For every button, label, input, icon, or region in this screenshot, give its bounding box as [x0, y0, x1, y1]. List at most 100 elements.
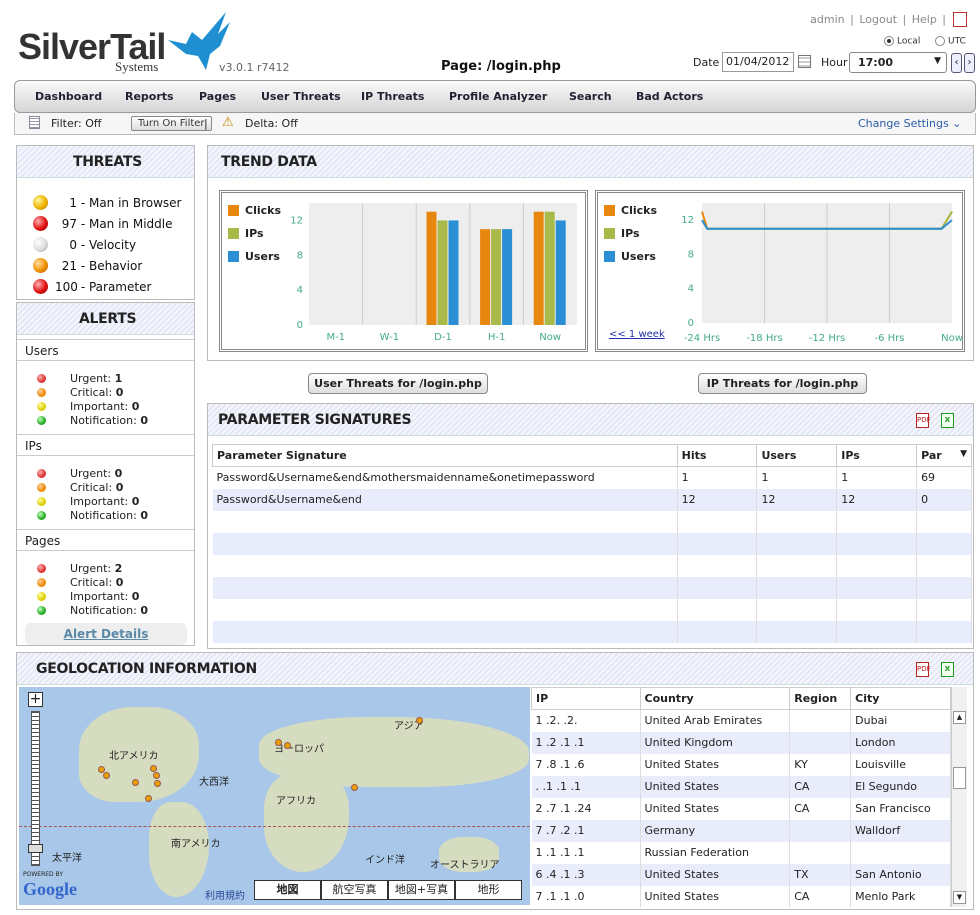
- alert-label: Urgent:: [70, 467, 112, 480]
- cell-city: San Antonio: [850, 863, 951, 886]
- terms-link[interactable]: 利用規約: [205, 887, 245, 902]
- map-type-map[interactable]: 地図: [254, 880, 321, 900]
- threat-count: 21: [61, 259, 77, 273]
- cell-city: Dubai: [850, 709, 951, 732]
- utc-radio[interactable]: UTC: [935, 36, 966, 47]
- zoom-slider-handle[interactable]: [28, 844, 43, 853]
- map-type-terrain[interactable]: 地形: [455, 880, 522, 900]
- admin-link[interactable]: admin: [810, 13, 844, 26]
- urgent-icon: [37, 469, 46, 478]
- date-input[interactable]: 01/04/2012: [722, 52, 794, 72]
- geo-table-scrollbar[interactable]: ▲ ▼: [951, 687, 967, 907]
- zoom-slider[interactable]: [31, 711, 40, 866]
- alert-notification[interactable]: Notification: 0: [70, 414, 148, 427]
- table-row[interactable]: 1 .2 .1 .1 United Kingdom London: [531, 731, 951, 754]
- table-row[interactable]: Password&Username&end 12 12 12 0: [212, 488, 972, 511]
- alert-notification[interactable]: Notification: 0: [70, 509, 148, 522]
- threat-behavior[interactable]: 21 - Behavior: [55, 259, 195, 273]
- map-type-satellite[interactable]: 航空写真: [321, 880, 388, 900]
- alert-urgent[interactable]: Urgent: 0: [70, 467, 122, 480]
- change-settings-link[interactable]: Change Settings ⌄: [858, 117, 961, 130]
- alert-important[interactable]: Important: 0: [70, 590, 139, 603]
- menu-search[interactable]: Search: [569, 90, 612, 103]
- menu-dashboard[interactable]: Dashboard: [35, 90, 102, 103]
- col-par[interactable]: Par ▼: [916, 444, 972, 467]
- alert-label: Urgent:: [70, 372, 112, 385]
- location-marker[interactable]: [103, 772, 110, 779]
- logout-link[interactable]: Logout: [859, 13, 897, 26]
- col-hits[interactable]: Hits: [676, 444, 758, 467]
- map-label: 大西洋: [199, 777, 229, 788]
- hour-select[interactable]: 17:00 ▼: [849, 52, 947, 73]
- table-row[interactable]: 7 .8 .1 .6 United States KY Louisville: [531, 753, 951, 776]
- menu-profile-analyzer[interactable]: Profile Analyzer: [449, 90, 547, 103]
- col-signature[interactable]: Parameter Signature: [212, 444, 678, 467]
- alert-critical[interactable]: Critical: 0: [70, 386, 123, 399]
- next-hour-button[interactable]: ›: [964, 53, 975, 73]
- prev-hour-button[interactable]: ‹: [951, 53, 962, 73]
- local-radio[interactable]: Local: [884, 36, 920, 47]
- table-row[interactable]: . .1 .1 .1 United States CA El Segundo: [531, 775, 951, 798]
- location-marker[interactable]: [275, 739, 282, 746]
- scroll-thumb[interactable]: [953, 767, 966, 789]
- world-map[interactable]: 北アメリカ ヨーロッパ アジア 大西洋 アフリカ 南アメリカ 太平洋 インド洋 …: [19, 687, 530, 905]
- calendar-icon[interactable]: [798, 55, 811, 68]
- table-row[interactable]: 1 .2. .2. United Arab Emirates Dubai: [531, 709, 951, 732]
- alert-critical[interactable]: Critical: 0: [70, 576, 123, 589]
- location-marker[interactable]: [284, 742, 291, 749]
- scroll-up-icon[interactable]: ▲: [953, 711, 966, 724]
- scroll-down-icon[interactable]: ▼: [953, 891, 966, 904]
- turn-on-filter-button[interactable]: Turn On Filter: [131, 116, 212, 131]
- alert-urgent[interactable]: Urgent: 2: [70, 562, 122, 575]
- alert-urgent[interactable]: Urgent: 1: [70, 372, 122, 385]
- alert-important[interactable]: Important: 0: [70, 495, 139, 508]
- location-marker[interactable]: [416, 717, 423, 724]
- location-marker[interactable]: [153, 772, 160, 779]
- menu-ip-threats[interactable]: IP Threats: [361, 90, 424, 103]
- location-marker[interactable]: [154, 780, 161, 787]
- col-city[interactable]: City: [850, 687, 951, 710]
- alert-notification[interactable]: Notification: 0: [70, 604, 148, 617]
- threat-man-in-middle[interactable]: 97 - Man in Middle: [55, 217, 195, 231]
- location-marker[interactable]: [145, 795, 152, 802]
- table-row[interactable]: 7 .7 .2 .1 Germany Walldorf: [531, 819, 951, 842]
- menu-pages[interactable]: Pages: [199, 90, 236, 103]
- alert-important[interactable]: Important: 0: [70, 400, 139, 413]
- table-row[interactable]: Password&Username&end&mothersmaidenname&…: [212, 466, 972, 489]
- help-link[interactable]: Help: [912, 13, 937, 26]
- location-marker[interactable]: [150, 765, 157, 772]
- pdf-export-icon[interactable]: PDF: [916, 662, 931, 677]
- table-row[interactable]: 7 .1 .1 .0 United States CA Menlo Park: [531, 885, 951, 907]
- table-row[interactable]: 1 .1 .1 .1 Russian Federation: [531, 841, 951, 864]
- table-row[interactable]: 6 .4 .1 .3 United States TX San Antonio: [531, 863, 951, 886]
- col-country[interactable]: Country: [639, 687, 791, 710]
- geo-table: IP Country Region City 1 .2. .2. United A…: [531, 687, 951, 907]
- zoom-in-button[interactable]: +: [28, 692, 43, 707]
- excel-export-icon[interactable]: X: [941, 662, 954, 677]
- excel-export-icon[interactable]: X: [941, 413, 954, 428]
- location-marker[interactable]: [351, 784, 358, 791]
- col-users[interactable]: Users: [756, 444, 838, 467]
- location-marker[interactable]: [132, 779, 139, 786]
- threat-velocity[interactable]: 0 - Velocity: [55, 238, 195, 252]
- menu-bad-actors[interactable]: Bad Actors: [636, 90, 703, 103]
- col-ips[interactable]: IPs: [836, 444, 918, 467]
- threat-parameter[interactable]: 100 - Parameter: [55, 280, 195, 294]
- alert-details-link[interactable]: Alert Details: [64, 627, 149, 641]
- white-status-icon: [33, 237, 48, 252]
- alerts-pages-section: Pages: [17, 529, 194, 551]
- one-week-link[interactable]: << 1 week: [609, 329, 665, 340]
- menu-reports[interactable]: Reports: [125, 90, 174, 103]
- threat-man-in-browser[interactable]: 1 - Man in Browser: [55, 196, 195, 210]
- user-threats-button[interactable]: User Threats for /login.php: [308, 373, 488, 394]
- col-region[interactable]: Region: [789, 687, 852, 710]
- pdf-export-icon[interactable]: PDF: [916, 413, 931, 428]
- ip-threats-button[interactable]: IP Threats for /login.php: [698, 373, 867, 394]
- filter-icon: [29, 116, 40, 129]
- col-ip[interactable]: IP: [531, 687, 641, 710]
- map-type-hybrid[interactable]: 地図+写真: [388, 880, 455, 900]
- alert-critical[interactable]: Critical: 0: [70, 481, 123, 494]
- table-row[interactable]: 2 .7 .1 .24 United States CA San Francisco: [531, 797, 951, 820]
- menu-user-threats[interactable]: User Threats: [261, 90, 341, 103]
- pdf-icon[interactable]: [953, 12, 967, 27]
